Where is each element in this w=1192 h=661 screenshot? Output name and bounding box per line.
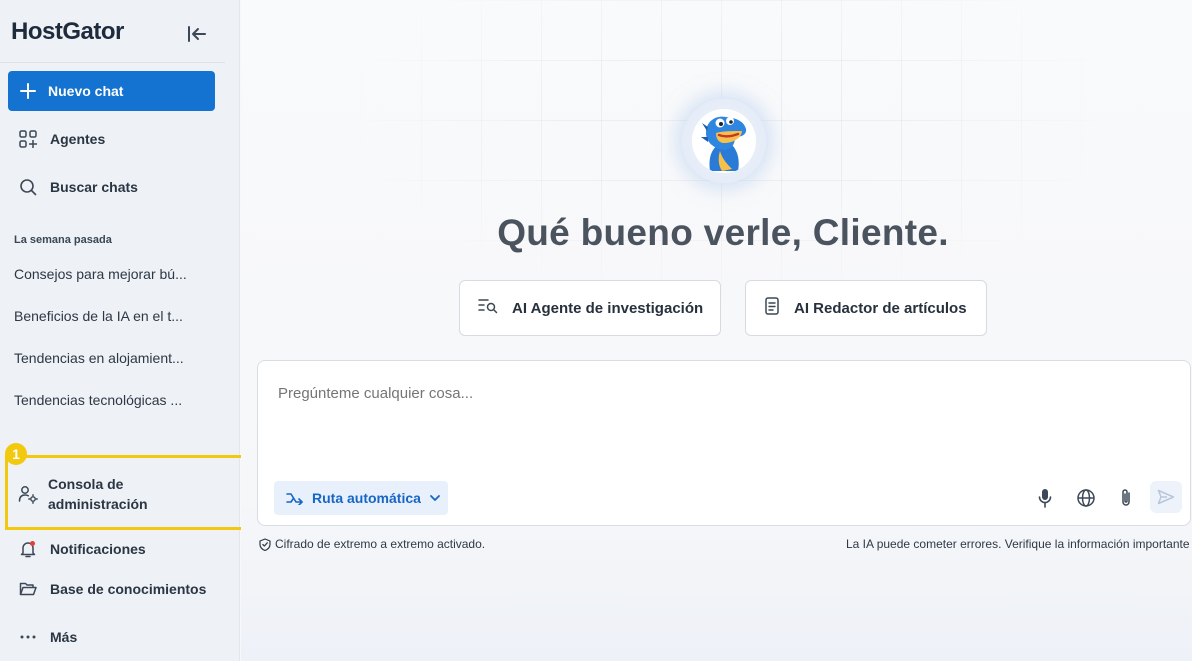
search-icon — [18, 177, 38, 197]
history-item[interactable]: Tendencias tecnológicas ... — [14, 392, 199, 408]
sidebar-item-more[interactable]: Más — [8, 619, 215, 655]
more-dots-icon — [18, 627, 38, 647]
sidebar: HostGator Nuevo chat Agentes Buscar chat… — [0, 0, 256, 661]
sidebar-item-admin-console[interactable]: Consola de administración — [18, 474, 218, 514]
bell-icon — [18, 539, 38, 559]
web-search-button[interactable] — [1073, 485, 1099, 511]
chat-composer: Ruta automática — [257, 360, 1191, 526]
sidebar-item-label: Base de conocimientos — [50, 581, 207, 597]
chevron-down-icon — [430, 495, 440, 501]
new-chat-button[interactable]: Nuevo chat — [8, 71, 215, 111]
history-section-label: La semana pasada — [14, 234, 112, 246]
research-agent-button[interactable]: AI Agente de investigación — [459, 280, 721, 336]
sidebar-item-label: Notificaciones — [50, 541, 146, 557]
encryption-text: Cifrado de extremo a extremo activado. — [275, 537, 486, 551]
history-item[interactable]: Tendencias en alojamient... — [14, 350, 199, 366]
route-label: Ruta automática — [312, 490, 421, 506]
mascot-halo — [682, 99, 766, 183]
article-writer-label: AI Redactor de artículos — [794, 299, 967, 317]
new-chat-label: Nuevo chat — [48, 83, 124, 99]
greeting-title: Qué bueno verle, Cliente. — [497, 212, 949, 253]
sidebar-item-label: Consola de administración — [48, 476, 148, 512]
auto-route-dropdown[interactable]: Ruta automática — [274, 481, 448, 515]
route-icon — [286, 493, 303, 505]
sidebar-item-label: Agentes — [50, 131, 106, 147]
collapse-icon — [188, 26, 206, 42]
gator-mascot-icon — [692, 109, 756, 173]
agents-icon — [18, 129, 38, 149]
document-icon — [764, 297, 780, 319]
sidebar-item-knowledge-base[interactable]: Base de conocimientos — [8, 571, 215, 607]
sidebar-item-notifications[interactable]: Notificaciones — [8, 531, 215, 567]
encryption-notice: Cifrado de extremo a extremo activado. — [259, 537, 485, 551]
research-icon — [478, 297, 498, 319]
microphone-icon — [1038, 489, 1052, 508]
send-button[interactable] — [1150, 481, 1182, 513]
sidebar-item-label: Buscar chats — [50, 179, 138, 195]
send-icon — [1157, 489, 1175, 505]
plus-icon — [20, 83, 36, 99]
shield-check-icon — [259, 537, 271, 551]
sidebar-item-agents[interactable]: Agentes — [8, 121, 215, 157]
research-agent-label: AI Agente de investigación — [512, 299, 704, 317]
hostgator-logo[interactable]: HostGator — [11, 18, 124, 46]
collapse-sidebar-button[interactable] — [184, 22, 210, 46]
globe-icon — [1077, 489, 1095, 507]
chat-input[interactable] — [278, 385, 1158, 402]
sidebar-item-search[interactable]: Buscar chats — [8, 169, 215, 205]
paperclip-icon — [1122, 489, 1130, 506]
history-item[interactable]: Beneficios de la IA en el t... — [14, 308, 199, 324]
sidebar-item-label: Más — [50, 629, 78, 645]
history-item[interactable]: Consejos para mejorar bú... — [14, 266, 199, 282]
user-settings-icon — [18, 484, 38, 504]
main-area: Qué bueno verle, Cliente. AI Agente de i… — [241, 0, 1192, 661]
folder-open-icon — [18, 579, 38, 599]
article-writer-button[interactable]: AI Redactor de artículos — [745, 280, 987, 336]
step-badge: 1 — [5, 443, 27, 465]
attach-button[interactable] — [1113, 485, 1139, 511]
ai-disclaimer: La IA puede cometer errores. Verifique l… — [846, 537, 1190, 551]
sidebar-divider — [0, 62, 225, 63]
microphone-button[interactable] — [1032, 485, 1058, 511]
